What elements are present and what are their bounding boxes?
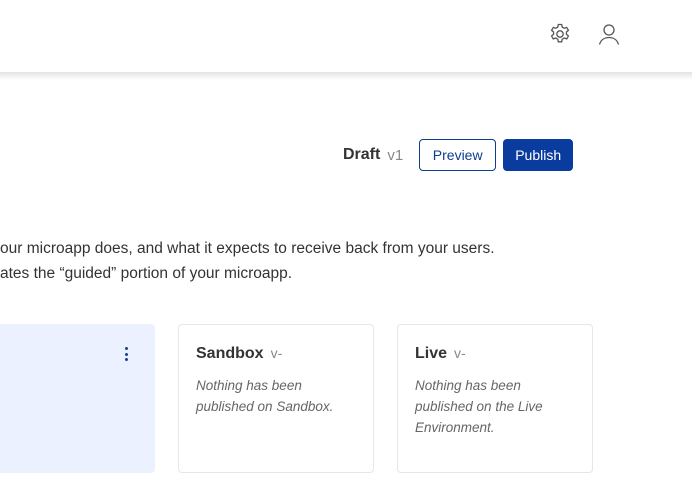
sandbox-card-title: Sandbox v- [196, 345, 282, 363]
top-header-bar [0, 0, 692, 74]
settings-button[interactable] [546, 20, 574, 48]
description-line-1: our microapp does, and what it expects t… [0, 240, 495, 257]
draft-environment-card[interactable] [0, 324, 155, 473]
sandbox-status-message: Nothing has been published on Sandbox. [196, 378, 334, 414]
draft-status-label: Draft [343, 146, 381, 163]
description-line-2: ates the “guided” portion of your microa… [0, 265, 293, 282]
draft-version: v1 [387, 146, 404, 164]
live-version: v- [454, 345, 466, 361]
live-card-title: Live v- [415, 345, 466, 363]
preview-button[interactable]: Preview [419, 139, 497, 171]
publish-button[interactable]: Publish [503, 139, 574, 171]
sandbox-version: v- [270, 345, 283, 361]
sandbox-name: Sandbox [196, 345, 264, 362]
gear-icon [550, 23, 570, 43]
live-status-message: Nothing has been published on the Live E… [415, 378, 543, 435]
live-environment-card: Live v- Nothing has been published on th… [397, 324, 593, 473]
live-name: Live [415, 345, 448, 362]
more-options-icon[interactable] [121, 347, 131, 369]
version-toolbar: Draft v1 Preview Publish [343, 139, 574, 171]
sandbox-environment-card: Sandbox v- Nothing has been published on… [178, 324, 374, 473]
user-icon [598, 24, 620, 45]
header-divider [0, 72, 692, 80]
user-profile-button[interactable] [595, 20, 623, 48]
